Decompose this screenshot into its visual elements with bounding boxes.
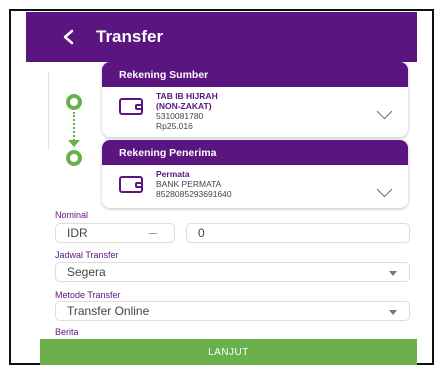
wallet-icon <box>119 98 143 115</box>
side-rail <box>26 72 49 150</box>
caret-down-icon <box>389 310 397 315</box>
app-bar: Transfer <box>26 12 417 62</box>
schedule-label: Jadwal Transfer <box>55 250 119 260</box>
notes-label: Berita <box>55 327 79 337</box>
method-select[interactable]: Transfer Online <box>55 301 410 321</box>
method-label: Metode Transfer <box>55 290 121 300</box>
destination-account-body: Permata BANK PERMATA 8528085293691640 <box>102 165 408 208</box>
app-screen: Transfer Rekening Sumber TAB IB HIJRAH (… <box>0 0 443 372</box>
currency-value: IDR <box>67 226 88 240</box>
wallet-icon <box>119 176 143 193</box>
source-account-body: TAB IB HIJRAH (NON-ZAKAT) 5310081780 Rp2… <box>102 87 408 137</box>
schedule-value: Segera <box>67 265 106 279</box>
chevron-left-icon <box>63 29 74 45</box>
destination-account-name: Permata <box>156 169 190 179</box>
source-dot-icon <box>66 94 82 110</box>
back-button[interactable] <box>46 12 90 62</box>
arrow-head-icon <box>68 140 80 147</box>
source-account-name-suffix: (NON-ZAKAT) <box>156 101 212 111</box>
nominal-label: Nominal <box>55 210 89 220</box>
source-account-card[interactable]: Rekening Sumber TAB IB HIJRAH (NON-ZAKAT… <box>102 62 408 137</box>
destination-account-card[interactable]: Rekening Penerima Permata BANK PERMATA 8… <box>102 140 408 208</box>
destination-bank-name: BANK PERMATA <box>156 179 222 189</box>
schedule-select[interactable]: Segera <box>55 262 410 282</box>
page-title: Transfer <box>96 27 164 46</box>
source-account-name: TAB IB HIJRAH <box>156 91 218 101</box>
destination-account-heading: Rekening Penerima <box>102 140 408 165</box>
dropdown-indicator-icon <box>149 233 157 234</box>
source-account-heading: Rekening Sumber <box>102 62 408 87</box>
source-account-number: 5310081780 <box>156 111 204 121</box>
amount-value: 0 <box>198 226 205 240</box>
method-value: Transfer Online <box>67 304 150 318</box>
transfer-direction-indicator <box>66 94 82 166</box>
destination-account-number: 8528085293691640 <box>156 189 232 199</box>
caret-down-icon <box>389 271 397 276</box>
destination-dot-icon <box>66 150 82 166</box>
currency-select[interactable]: IDR <box>55 223 175 243</box>
amount-input[interactable]: 0 <box>186 223 410 243</box>
source-account-balance: Rp25.016 <box>156 121 193 131</box>
continue-button[interactable]: LANJUT <box>40 339 417 365</box>
